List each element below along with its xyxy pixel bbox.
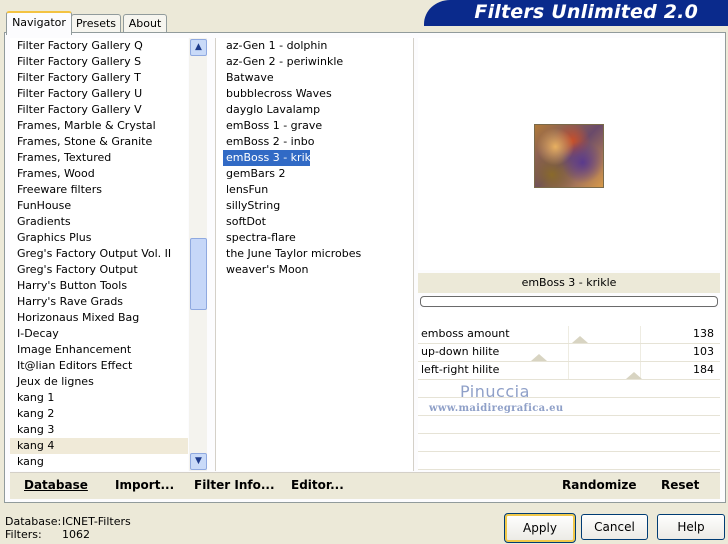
category-item[interactable]: FunHouse: [10, 198, 188, 214]
control-value: 184: [693, 363, 714, 376]
category-item[interactable]: Harry's Button Tools: [10, 278, 188, 294]
filter-item[interactable]: az-Gen 2 - periwinkle: [216, 54, 413, 70]
category-item[interactable]: Frames, Wood: [10, 166, 188, 182]
import-button[interactable]: Import...: [115, 478, 174, 492]
filter-info-button[interactable]: Filter Info...: [194, 478, 275, 492]
control-row: [418, 452, 720, 470]
watermark-name: Pinuccia: [460, 382, 530, 401]
preview-image: [534, 124, 604, 188]
category-item[interactable]: Greg's Factory Output: [10, 262, 188, 278]
slider-divider: [640, 344, 641, 361]
slider-marker[interactable]: [531, 354, 547, 361]
apply-button[interactable]: Apply: [504, 513, 576, 543]
filter-item[interactable]: az-Gen 1 - dolphin: [216, 38, 413, 54]
category-item[interactable]: Graphics Plus: [10, 230, 188, 246]
category-item[interactable]: kang 2: [10, 406, 188, 422]
category-item[interactable]: Frames, Marble & Crystal: [10, 118, 188, 134]
category-item[interactable]: Frames, Stone & Granite: [10, 134, 188, 150]
category-item[interactable]: kang 4: [10, 438, 188, 454]
filter-item[interactable]: the June Taylor microbes: [216, 246, 413, 262]
category-item[interactable]: Frames, Textured: [10, 150, 188, 166]
category-item[interactable]: I-Decay: [10, 326, 188, 342]
filter-item[interactable]: emBoss 1 - grave: [216, 118, 413, 134]
filter-item[interactable]: softDot: [216, 214, 413, 230]
filters-status-label: Filters:: [5, 528, 42, 541]
filter-item[interactable]: sillyString: [216, 198, 413, 214]
filter-item[interactable]: weaver's Moon: [216, 262, 413, 278]
banner: Filters Unlimited 2.0: [424, 0, 728, 26]
control-row: left-right hilite 184: [418, 362, 720, 380]
category-item[interactable]: It@lian Editors Effect: [10, 358, 188, 374]
filter-item[interactable]: Batwave: [216, 70, 413, 86]
control-row: [418, 416, 720, 434]
category-item[interactable]: Gradients: [10, 214, 188, 230]
cancel-button[interactable]: Cancel: [581, 514, 648, 540]
database-status-value: ICNET-Filters: [62, 515, 131, 528]
control-label: left-right hilite: [421, 363, 500, 376]
category-item[interactable]: kang: [10, 454, 188, 470]
tab-about[interactable]: About: [123, 14, 167, 33]
category-item[interactable]: Filter Factory Gallery S: [10, 54, 188, 70]
category-item[interactable]: Filter Factory Gallery V: [10, 102, 188, 118]
filters-status-value: 1062: [62, 528, 90, 541]
scroll-down-icon[interactable]: ▼: [190, 453, 207, 470]
category-scrollbar[interactable]: ▲ ▼: [189, 38, 207, 471]
category-item[interactable]: Harry's Rave Grads: [10, 294, 188, 310]
category-item[interactable]: Horizonaus Mixed Bag: [10, 310, 188, 326]
preview-filter-name: emBoss 3 - krikle: [418, 273, 720, 293]
slider-divider: [568, 326, 569, 343]
category-list[interactable]: Filter Factory Gallery Q Filter Factory G…: [10, 38, 188, 471]
filter-item[interactable]: bubblecross Waves: [216, 86, 413, 102]
slider-marker[interactable]: [572, 336, 588, 343]
progress-bar: [420, 296, 718, 307]
scroll-thumb[interactable]: [190, 238, 207, 310]
control-row: emboss amount 138: [418, 326, 720, 344]
filter-item[interactable]: lensFun: [216, 182, 413, 198]
control-value: 103: [693, 345, 714, 358]
control-value: 138: [693, 327, 714, 340]
scroll-up-icon[interactable]: ▲: [190, 39, 207, 56]
category-item[interactable]: Filter Factory Gallery T: [10, 70, 188, 86]
filter-item[interactable]: gemBars 2: [216, 166, 413, 182]
control-label: up-down hilite: [421, 345, 500, 358]
randomize-button[interactable]: Randomize: [562, 478, 636, 492]
category-item[interactable]: Greg's Factory Output Vol. II: [10, 246, 188, 262]
category-item[interactable]: kang 1: [10, 390, 188, 406]
category-item[interactable]: kang 3: [10, 422, 188, 438]
category-item[interactable]: Filter Factory Gallery U: [10, 86, 188, 102]
tab-presets[interactable]: Presets: [71, 14, 121, 33]
control-row: up-down hilite 103: [418, 344, 720, 362]
filter-item[interactable]: dayglo Lavalamp: [216, 102, 413, 118]
filter-item[interactable]: emBoss 2 - inbo: [216, 134, 413, 150]
banner-title: Filters Unlimited 2.0: [474, 1, 698, 23]
control-label: emboss amount: [421, 327, 510, 340]
reset-button[interactable]: Reset: [661, 478, 699, 492]
category-item[interactable]: Image Enhancement: [10, 342, 188, 358]
category-item[interactable]: Filter Factory Gallery Q: [10, 38, 188, 54]
filter-item[interactable]: emBoss 3 - krikle: [223, 150, 321, 166]
editor-button[interactable]: Editor...: [291, 478, 344, 492]
category-item[interactable]: Jeux de lignes: [10, 374, 188, 390]
slider-divider: [640, 326, 641, 343]
database-button[interactable]: Database: [24, 478, 88, 492]
filter-item[interactable]: spectra-flare: [216, 230, 413, 246]
category-item[interactable]: Freeware filters: [10, 182, 188, 198]
slider-divider: [568, 362, 569, 379]
filter-list[interactable]: az-Gen 1 - dolphin az-Gen 2 - periwinkle B…: [215, 38, 414, 471]
slider-marker[interactable]: [626, 372, 642, 379]
slider-divider: [568, 344, 569, 361]
control-row: [418, 434, 720, 452]
tab-navigator[interactable]: Navigator: [6, 11, 72, 35]
database-status-label: Database:: [5, 515, 62, 528]
watermark-url: www.maidiregrafica.eu: [429, 403, 564, 414]
help-button[interactable]: Help: [657, 514, 725, 540]
